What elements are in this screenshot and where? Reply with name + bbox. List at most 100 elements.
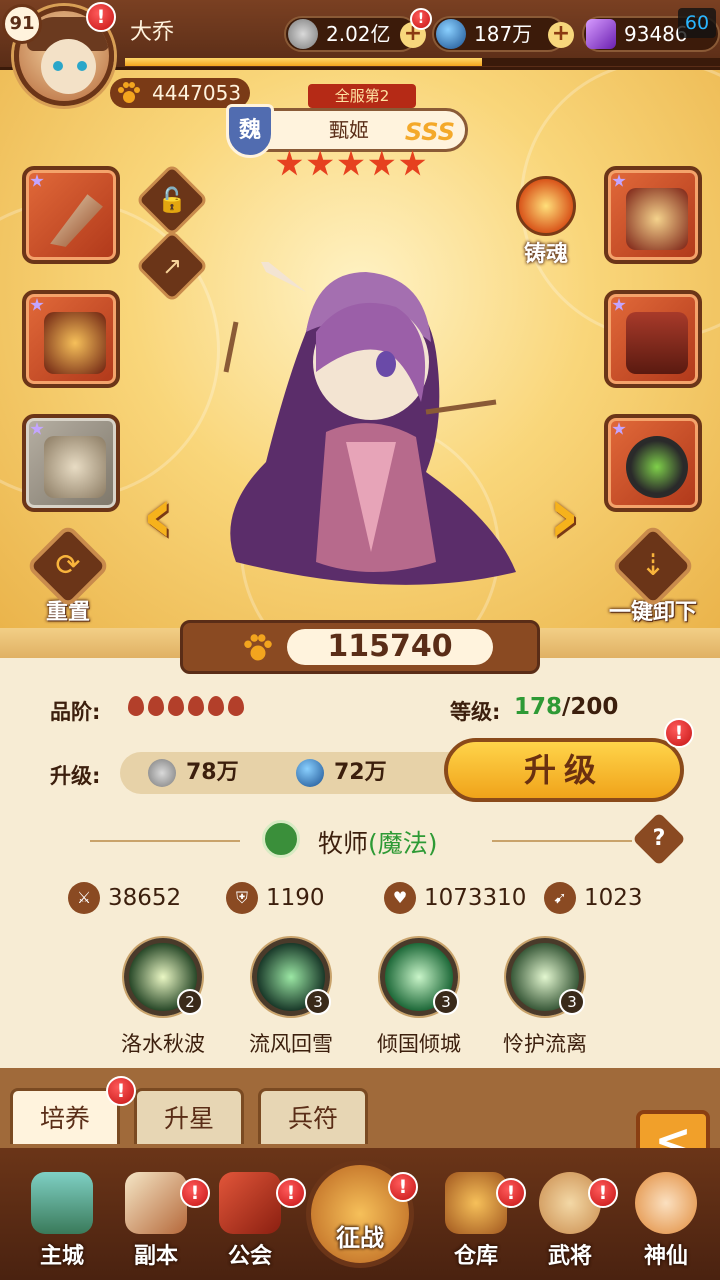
stat-speed: ➹ 1023: [544, 880, 643, 916]
tree-icon: [262, 820, 300, 858]
star-icon: [276, 150, 303, 176]
book-icon: [626, 312, 688, 374]
equip-slot-armor[interactable]: [604, 166, 702, 264]
lantern-icon: [626, 436, 688, 498]
avatar-alert-icon: !: [86, 2, 116, 32]
coin-icon: [288, 19, 318, 49]
coin-value: 2.02亿: [326, 22, 391, 46]
boot-icon: ➹: [544, 882, 576, 914]
orb-icon: [296, 759, 324, 787]
skill-level: 3: [559, 989, 585, 1015]
upgrade-alert-icon: !: [664, 718, 694, 748]
skill-3[interactable]: 3 倾国倾城: [364, 938, 474, 1058]
unequip-icon: ⇣: [640, 548, 666, 583]
nav-immortals[interactable]: 神仙: [626, 1172, 706, 1270]
skill-icon: 3: [252, 938, 331, 1016]
class-row: 牧师(魔法): [0, 818, 720, 862]
equip-slot-weapon[interactable]: [22, 166, 120, 264]
warehouse-alert-icon: !: [496, 1178, 526, 1208]
nav-label: 征战: [336, 1224, 384, 1252]
train-tab-alert-icon: !: [106, 1076, 136, 1106]
hp-value: 1073310: [424, 885, 527, 911]
level-current: 178: [514, 694, 563, 720]
star-icon: [368, 150, 395, 176]
player-level-badge: 91: [2, 4, 42, 44]
level-label: 等级:: [450, 700, 501, 724]
cat-immortal-icon: [635, 1172, 697, 1234]
treasure-bag-icon: [445, 1172, 507, 1234]
generals-alert-icon: !: [588, 1178, 618, 1208]
forge-soul-button[interactable]: 铸魂: [504, 176, 588, 268]
star-icon: [338, 150, 364, 176]
equip-slot-statue[interactable]: [22, 414, 120, 512]
upgrade-button[interactable]: 升级: [444, 738, 684, 802]
skill-level: 2: [177, 989, 203, 1015]
coin-cost: 78万: [148, 752, 239, 794]
refresh-icon: ⟳: [55, 548, 81, 583]
armor-icon: [626, 188, 688, 250]
paw-icon: [244, 634, 272, 661]
help-button[interactable]: ?: [632, 812, 686, 866]
tab-tally[interactable]: 兵符: [258, 1088, 368, 1144]
skill-2[interactable]: 3 流风回雪: [236, 938, 346, 1058]
hero-class: 牧师(魔法): [318, 824, 438, 860]
sword-icon: [125, 1172, 187, 1234]
hero-portrait: [223, 262, 516, 585]
level-max: /200: [562, 694, 619, 720]
equip-slot-lantern[interactable]: [604, 414, 702, 512]
nav-label: 仓库: [453, 1244, 498, 1269]
skill-1[interactable]: 2 洛水秋波: [108, 938, 218, 1058]
upgrade-cost-bar: 78万 72万: [120, 752, 480, 794]
xp-bar: [125, 58, 720, 66]
stat-hp: ♥ 1073310: [384, 880, 526, 916]
fps-counter: 60: [678, 8, 716, 38]
upgrade-cost-label: 升级:: [50, 764, 101, 788]
skill-4[interactable]: 3 怜护流离: [490, 938, 600, 1058]
tab-train[interactable]: 培养: [10, 1088, 120, 1144]
nav-label: 武将: [547, 1244, 592, 1269]
defense-value: 1190: [266, 885, 325, 911]
skill-name: 倾国倾城: [377, 1032, 461, 1056]
next-hero-arrow[interactable]: ›: [538, 477, 590, 558]
nav-label: 神仙: [643, 1244, 688, 1269]
nav-label: 公会: [227, 1244, 272, 1269]
add-orbs-button[interactable]: +: [548, 22, 574, 48]
orb-value: 187万: [474, 22, 533, 46]
guild-alert-icon: !: [276, 1178, 306, 1208]
server-rank-tag: 全服第2: [308, 84, 416, 108]
coin-alert-icon: !: [410, 8, 432, 30]
player-name: 大乔: [130, 20, 175, 45]
star-icon: [307, 150, 334, 176]
equip-slot-book[interactable]: [604, 290, 702, 388]
prev-hero-arrow[interactable]: ‹: [132, 477, 184, 558]
sword-icon: ⚔: [68, 882, 100, 914]
unequip-all-button[interactable]: ⇣ 一键卸下: [598, 523, 708, 626]
attack-value: 38652: [108, 885, 182, 911]
battle-alert-icon: !: [388, 1172, 418, 1202]
help-icon: ?: [652, 826, 666, 851]
unlock-icon: 🔓: [157, 186, 187, 214]
orb-cost-value: 72万: [334, 760, 387, 785]
equip-slot-helmet[interactable]: [22, 290, 120, 388]
orb-cost: 72万: [296, 752, 387, 794]
reset-button[interactable]: ⟳ 重置: [20, 523, 116, 626]
nav-main-city[interactable]: 主城: [22, 1172, 102, 1270]
orb-counter: 187万 +: [432, 16, 574, 52]
coin-icon: [148, 759, 176, 787]
tab-star-up[interactable]: 升星: [134, 1088, 244, 1144]
skill-level: 3: [433, 989, 459, 1015]
hero-level: 178/200: [514, 694, 618, 720]
quality-label: 品阶:: [50, 700, 101, 724]
hero-name: 甄姬: [329, 118, 369, 142]
skill-name: 怜护流离: [503, 1032, 587, 1056]
helmet-icon: [44, 312, 106, 374]
stat-defense: ⛨ 1190: [226, 880, 325, 916]
player-power-value: 4447053: [152, 81, 242, 105]
faction-badge: 魏: [226, 104, 274, 158]
coin-counter: 2.02亿 +: [284, 16, 426, 52]
speed-value: 1023: [584, 885, 643, 911]
statue-icon: [44, 436, 106, 498]
heart-icon: ♥: [384, 882, 416, 914]
share-icon: ↗: [161, 252, 183, 280]
flag-icon: [219, 1172, 281, 1234]
